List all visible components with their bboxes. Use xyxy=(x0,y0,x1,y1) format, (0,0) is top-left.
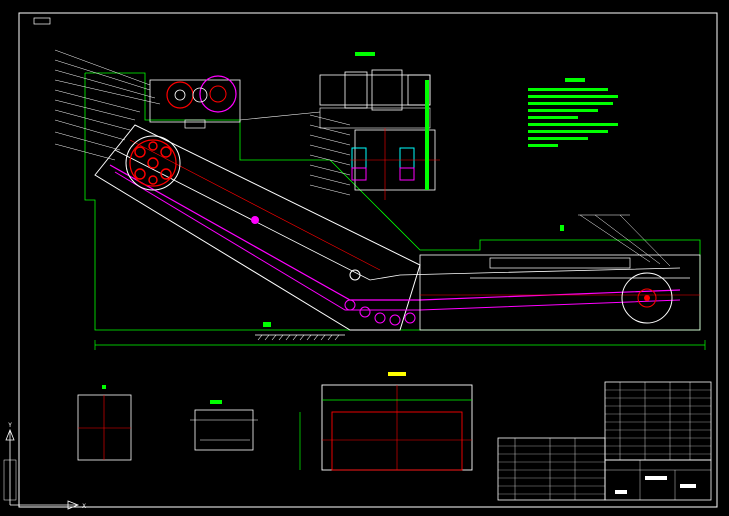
conveyor-elevation xyxy=(84,72,706,350)
sheet-number-box xyxy=(33,17,51,25)
seal-left xyxy=(351,167,367,181)
head-sprocket-hole xyxy=(160,146,172,158)
bearing-right xyxy=(399,147,415,169)
outer-frame xyxy=(18,12,718,508)
parts-list-table xyxy=(604,381,712,461)
horizontal-section-frame xyxy=(419,254,701,331)
bottom-view-2 xyxy=(190,400,258,451)
gear-hub xyxy=(209,85,227,103)
bearing-left xyxy=(351,147,367,169)
dimension-bar xyxy=(210,400,222,404)
bottom-view-1 xyxy=(77,385,132,461)
note-line xyxy=(528,123,618,126)
incline-centerline xyxy=(129,139,381,271)
motor-flange xyxy=(344,71,368,109)
note-line xyxy=(528,109,598,112)
chain-roller xyxy=(389,314,401,326)
drawing-number-bar xyxy=(680,484,696,488)
note-line xyxy=(528,137,588,140)
leader-line xyxy=(239,111,321,121)
chain-lower xyxy=(114,171,681,311)
tension-marker xyxy=(251,216,259,224)
head-sprocket-hole xyxy=(134,168,146,180)
notes-heading-bar xyxy=(565,78,585,82)
top-guard xyxy=(489,257,631,269)
seal-right xyxy=(399,167,415,181)
drive-base xyxy=(184,119,206,129)
bottom-view-3 xyxy=(299,372,473,471)
note-line xyxy=(528,102,613,105)
ucs-icon: Y X xyxy=(3,422,86,510)
revision-table xyxy=(497,437,606,501)
head-sprocket-ring xyxy=(129,139,177,187)
tail-shaft xyxy=(644,295,650,301)
drawing-sheet: Y X xyxy=(3,12,718,510)
chain-roller xyxy=(374,312,386,324)
view-title-bar xyxy=(388,372,406,376)
drive-wheel xyxy=(166,81,194,109)
ucs-y-label: Y xyxy=(8,422,12,429)
note-line xyxy=(528,144,558,147)
side-dimension xyxy=(425,80,429,190)
head-sprocket-hole xyxy=(148,175,158,185)
view-label-bar xyxy=(102,385,106,389)
revision-table-border xyxy=(497,437,606,501)
plate-outline xyxy=(77,394,132,461)
chain-roller xyxy=(359,306,371,318)
tail-leaders xyxy=(560,214,671,267)
label-block xyxy=(263,322,271,327)
callout-leaders xyxy=(54,49,161,161)
drive-frame xyxy=(149,79,241,123)
chain-roller xyxy=(344,299,356,311)
drive-wheel-hub xyxy=(174,89,186,101)
gearbox xyxy=(371,69,403,111)
cad-drawing-canvas[interactable]: Y X xyxy=(0,0,729,516)
pivot-wheel xyxy=(349,269,361,281)
bracket-outline xyxy=(194,409,254,451)
head-sprocket xyxy=(125,135,181,191)
detail-leaders xyxy=(309,114,351,196)
title-block xyxy=(604,459,712,501)
technical-notes xyxy=(528,78,618,147)
note-line xyxy=(528,130,608,133)
note-line xyxy=(528,95,618,98)
drive-detail-view xyxy=(319,52,440,200)
drawing-title-bar xyxy=(645,476,667,480)
parts-list-border xyxy=(604,381,712,461)
head-sprocket-hole xyxy=(134,146,146,158)
ground-hatch xyxy=(257,334,340,341)
section-arrow xyxy=(560,225,564,231)
motor-body xyxy=(319,74,431,106)
head-sprocket-hole xyxy=(148,141,158,151)
chain-roller xyxy=(404,312,416,324)
ucs-x-label: X xyxy=(82,503,86,510)
housing-outline xyxy=(84,72,701,331)
drive-base-plate xyxy=(319,107,431,129)
gear-wheel xyxy=(199,75,237,113)
chain-upper xyxy=(109,164,681,301)
head-sprocket-hole xyxy=(147,157,159,169)
top-dimension xyxy=(355,52,375,56)
note-line xyxy=(528,116,578,119)
scale-bar xyxy=(615,490,627,494)
note-line xyxy=(528,88,608,91)
